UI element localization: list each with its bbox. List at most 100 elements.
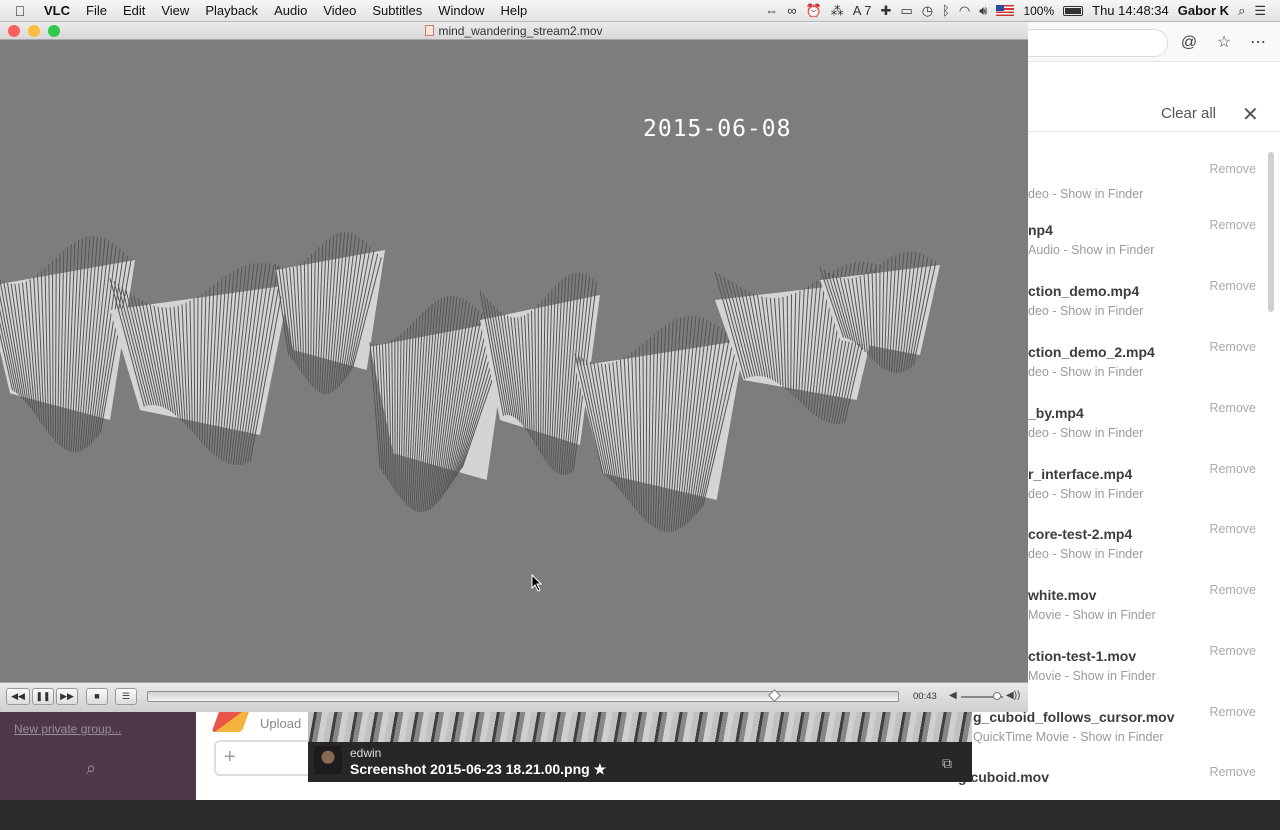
file-title[interactable]: _by.mp4 <box>1028 405 1084 421</box>
app-menu[interactable]: VLC <box>40 3 78 18</box>
file-meta[interactable]: deo - Show in Finder <box>1028 426 1143 440</box>
time-machine-icon[interactable]: ◷ <box>922 3 933 19</box>
remove-button[interactable]: Remove <box>1209 218 1256 232</box>
bluetooth-icon[interactable]: ᛒ <box>942 3 950 18</box>
video-area[interactable]: 2015-06-08 <box>0 40 1028 682</box>
mentions-icon[interactable]: @ <box>1177 31 1201 55</box>
spotlight-icon[interactable]: ⌕ <box>1238 3 1245 19</box>
menu-window[interactable]: Window <box>430 3 492 18</box>
upload-label: Upload <box>260 716 301 731</box>
playlist-icon[interactable]: ☰ <box>115 688 137 705</box>
battery-icon[interactable] <box>1063 6 1083 16</box>
plus-icon[interactable]: ✚ <box>881 3 892 19</box>
new-private-group-link[interactable]: New private group... <box>14 722 121 736</box>
remove-button[interactable]: Remove <box>1209 462 1256 476</box>
menu-audio[interactable]: Audio <box>266 3 315 18</box>
remove-button[interactable]: Remove <box>1209 765 1256 779</box>
file-item[interactable]: ction_demo.mp4 deo - Show in Finder Remo… <box>1028 283 1268 344</box>
notification-preview <box>308 712 972 742</box>
menu-file[interactable]: File <box>78 3 115 18</box>
remove-button[interactable]: Remove <box>1209 583 1256 597</box>
menu-edit[interactable]: Edit <box>115 3 153 18</box>
volume-icon[interactable]: 🔊︎ <box>979 3 987 19</box>
menu-help[interactable]: Help <box>492 3 535 18</box>
seek-slider[interactable] <box>147 691 899 702</box>
window-title-text: mind_wandering_stream2.mov <box>438 24 602 38</box>
search-icon[interactable]: ⌕ <box>86 758 96 779</box>
volume-knob[interactable] <box>993 692 1001 700</box>
clear-all-button[interactable]: Clear all <box>1161 105 1216 122</box>
volume-low-icon[interactable]: ◀ <box>949 690 957 701</box>
menu-view[interactable]: View <box>153 3 197 18</box>
file-title[interactable]: ction_demo_2.mp4 <box>1028 344 1155 360</box>
plus-icon[interactable]: + <box>224 746 236 769</box>
adobe-count: 7 <box>864 3 871 18</box>
adobe-icon[interactable]: A 7 <box>853 3 872 18</box>
file-title[interactable]: white.mov <box>1028 587 1096 603</box>
remove-button[interactable]: Remove <box>1209 401 1256 415</box>
more-icon[interactable]: ⋯ <box>1246 31 1270 55</box>
remove-button[interactable]: Remove <box>1209 644 1256 658</box>
user-name[interactable]: Gabor K <box>1178 3 1229 18</box>
glasses-icon[interactable]: ∞ <box>787 3 796 18</box>
file-title[interactable]: ction_demo.mp4 <box>1028 283 1139 299</box>
alarm-icon[interactable]: ⏰ <box>806 3 822 19</box>
input-source-flag-icon[interactable] <box>996 5 1014 16</box>
clock[interactable]: Thu 14:48:34 <box>1092 3 1169 18</box>
seek-knob[interactable] <box>768 689 781 702</box>
file-meta[interactable]: QuickTime Movie - Show in Finder <box>973 730 1164 744</box>
video-frame <box>0 40 1028 682</box>
file-meta[interactable]: deo - Show in Finder <box>1028 187 1143 201</box>
vlc-titlebar[interactable]: mind_wandering_stream2.mov <box>0 22 1028 40</box>
remove-button[interactable]: Remove <box>1209 162 1256 176</box>
wifi-icon[interactable]: ◠ <box>959 3 970 19</box>
airplay-icon[interactable]: ▭ <box>900 3 912 19</box>
file-title[interactable]: ction-test-1.mov <box>1028 648 1136 664</box>
file-item[interactable]: white.mov Movie - Show in Finder Remove <box>1028 587 1268 648</box>
file-item[interactable]: ction-test-1.mov Movie - Show in Finder … <box>1028 648 1268 709</box>
mouse-cursor-icon <box>531 574 543 592</box>
file-meta[interactable]: Movie - Show in Finder <box>1028 608 1156 622</box>
file-title[interactable]: r_interface.mp4 <box>1028 466 1132 482</box>
files-scrollbar[interactable] <box>1268 152 1274 312</box>
notification-file-name[interactable]: Screenshot 2015-06-23 18.21.00.png ★ <box>350 761 606 778</box>
apple-menu-icon[interactable]:  <box>0 3 40 19</box>
volume-slider[interactable] <box>961 696 1003 698</box>
file-meta[interactable]: Movie - Show in Finder <box>1028 669 1156 683</box>
fast-forward-icon[interactable]: ▶▶ <box>56 688 78 705</box>
link-status-icon[interactable]: ⇔ <box>765 3 778 18</box>
playback-controls: ◀◀ ❚❚ ▶▶ ■ ☰ 00:43 ◀ ◀)) <box>0 682 1028 712</box>
remove-button[interactable]: Remove <box>1209 279 1256 293</box>
file-meta[interactable]: deo - Show in Finder <box>1028 487 1143 501</box>
file-meta[interactable]: deo - Show in Finder <box>1028 304 1143 318</box>
remove-button[interactable]: Remove <box>1209 340 1256 354</box>
file-item[interactable]: np4 Audio - Show in Finder Remove <box>1028 222 1268 283</box>
menu-subtitles[interactable]: Subtitles <box>364 3 430 18</box>
battery-percent: 100% <box>1023 4 1054 18</box>
close-icon[interactable]: ✕ <box>1242 102 1259 127</box>
remove-button[interactable]: Remove <box>1209 522 1256 536</box>
grid-icon[interactable]: ⁂ <box>831 3 844 19</box>
elapsed-time[interactable]: 00:43 <box>913 691 937 702</box>
stop-icon[interactable]: ■ <box>86 688 108 705</box>
external-link-icon[interactable]: ⧉ <box>942 755 952 772</box>
menu-video[interactable]: Video <box>315 3 364 18</box>
notification-user: edwin <box>350 746 381 760</box>
pause-icon[interactable]: ❚❚ <box>32 688 54 705</box>
file-item[interactable]: _by.mp4 deo - Show in Finder Remove <box>1028 405 1268 466</box>
file-item[interactable]: ction_demo_2.mp4 deo - Show in Finder Re… <box>1028 344 1268 405</box>
notification-center-icon[interactable]: ☰ <box>1254 3 1266 19</box>
menu-playback[interactable]: Playback <box>197 3 266 18</box>
file-title[interactable]: core-test-2.mp4 <box>1028 526 1132 542</box>
file-item[interactable]: core-test-2.mp4 deo - Show in Finder Rem… <box>1028 526 1268 587</box>
star-icon[interactable]: ☆ <box>1212 31 1236 55</box>
file-meta[interactable]: Audio - Show in Finder <box>1028 243 1154 257</box>
file-meta[interactable]: deo - Show in Finder <box>1028 547 1143 561</box>
file-item[interactable]: g_cuboid_follows_cursor.mov QuickTime Mo… <box>1028 709 1268 770</box>
file-meta[interactable]: deo - Show in Finder <box>1028 365 1143 379</box>
rewind-icon[interactable]: ◀◀ <box>6 688 30 705</box>
file-item[interactable]: r_interface.mp4 deo - Show in Finder Rem… <box>1028 466 1268 527</box>
file-title[interactable]: np4 <box>1028 222 1053 238</box>
volume-high-icon[interactable]: ◀)) <box>1006 690 1020 701</box>
remove-button[interactable]: Remove <box>1209 705 1256 719</box>
